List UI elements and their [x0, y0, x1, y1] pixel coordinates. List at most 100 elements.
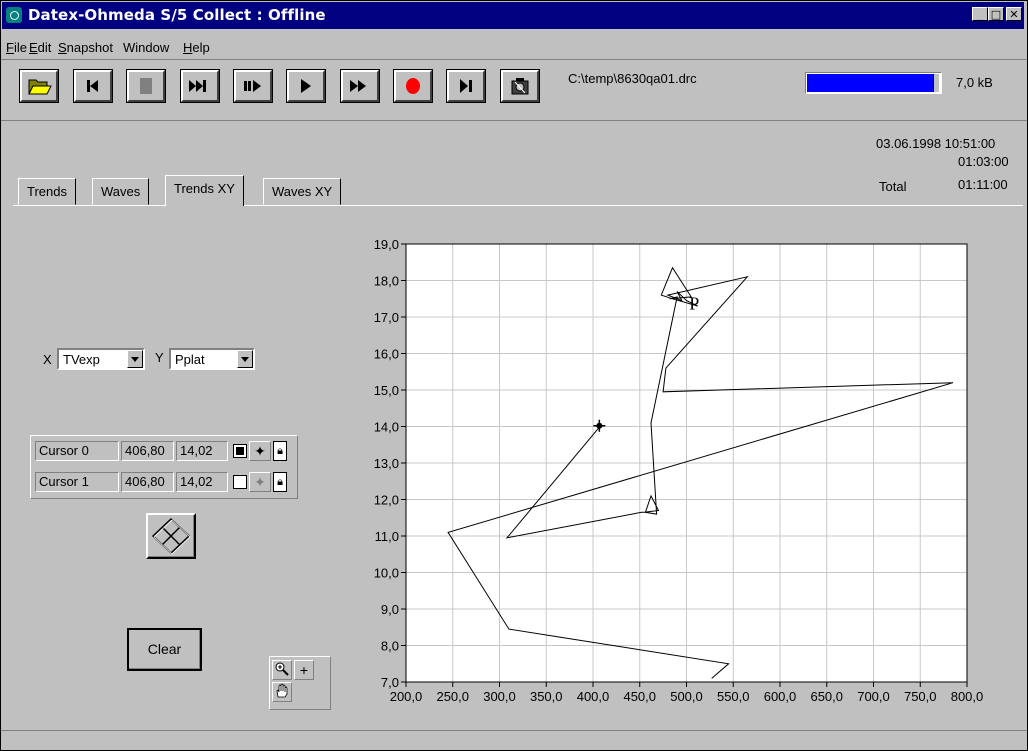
tab-waves[interactable]: Waves — [92, 178, 150, 205]
x-axis-label: X — [43, 352, 52, 367]
cursor-0-crosshair-icon[interactable]: ✦ — [249, 441, 271, 461]
cursor-1-y: 14,02 — [176, 472, 228, 492]
play-button[interactable] — [286, 69, 326, 103]
progress-fill — [807, 74, 933, 92]
fast-forward-end-button[interactable] — [180, 69, 220, 103]
cursor-1-visible-checkbox[interactable] — [233, 475, 247, 489]
progress-handle[interactable] — [933, 74, 939, 92]
trend-series-line — [447, 266, 954, 679]
menu-file[interactable]: File — [6, 40, 27, 55]
menu-snapshot[interactable]: Snapshot — [58, 40, 113, 55]
minimize-icon: _ — [977, 8, 983, 21]
fast-forward-end-icon — [189, 80, 206, 92]
cursor-1-crosshair-icon[interactable]: ✦ — [249, 472, 271, 492]
snapshot-button[interactable] — [500, 69, 540, 103]
tab-trends[interactable]: Trends — [18, 178, 76, 205]
recording-datetime: 03.06.1998 10:51:00 — [876, 136, 996, 151]
step-play-button[interactable] — [233, 69, 273, 103]
close-icon: ✕ — [1009, 8, 1019, 21]
y-tick-label: 12,0 — [374, 493, 399, 508]
cursor-0-marker — [596, 422, 603, 429]
x-tick-label: 550,0 — [717, 689, 750, 704]
step-play-icon — [244, 80, 261, 92]
x-parameter-select[interactable]: TVexp — [57, 348, 145, 370]
x-tick-label: 700,0 — [857, 689, 890, 704]
y-parameter-select[interactable]: Pplat — [169, 348, 255, 370]
clear-button-label: Clear — [147, 641, 182, 657]
skip-to-start-button[interactable] — [73, 69, 113, 103]
menu-edit[interactable]: Edit — [29, 40, 51, 55]
y-axis-label: Y — [155, 350, 164, 365]
x-tick-label: 750,0 — [904, 689, 937, 704]
fast-forward-icon — [350, 80, 366, 92]
open-button[interactable] — [19, 69, 59, 103]
window-title: Datex-Ohmeda S/5 Collect : Offline — [28, 6, 326, 24]
menu-help[interactable]: Help — [183, 40, 210, 55]
file-progress-bar — [805, 72, 942, 94]
move-cursor-button[interactable] — [146, 513, 196, 559]
play-icon — [301, 79, 311, 93]
total-time: 01:11:00 — [958, 177, 1008, 192]
current-time: 01:03:00 — [958, 154, 1009, 169]
x-tick-label: 450,0 — [623, 689, 656, 704]
title-bar[interactable]: Datex-Ohmeda S/5 Collect : Offline _ □ ✕ — [2, 2, 1024, 29]
cursor-0-visible-checkbox[interactable] — [233, 444, 247, 458]
zoom-icon[interactable] — [272, 660, 292, 680]
maximize-button[interactable]: □ — [988, 7, 1004, 21]
y-tick-label: 18,0 — [374, 274, 399, 289]
y-parameter-value: Pplat — [175, 352, 205, 367]
x-tick-label: 800,0 — [951, 689, 984, 704]
y-tick-label: 8,0 — [381, 639, 399, 654]
play-to-end-button[interactable] — [446, 69, 486, 103]
cursor-0-x: 406,80 — [121, 441, 174, 461]
y-tick-label: 13,0 — [374, 456, 399, 471]
y-tick-label: 16,0 — [374, 347, 399, 362]
fast-forward-button[interactable] — [340, 69, 380, 103]
cursor-1-x: 406,80 — [121, 472, 174, 492]
plot-frame — [405, 243, 968, 683]
pan-hand-icon[interactable] — [272, 682, 292, 702]
app-icon[interactable] — [6, 7, 22, 23]
x-tick-label: 500,0 — [670, 689, 703, 704]
cursor-0-lock-icon[interactable]: 🔒︎ — [273, 441, 287, 461]
minimize-button[interactable]: _ — [972, 7, 988, 21]
clear-button[interactable]: Clear — [127, 628, 202, 671]
play-to-end-icon — [460, 79, 472, 93]
file-size: 7,0 kB — [956, 75, 993, 90]
file-path: C:\temp\8630qa01.drc — [568, 71, 697, 86]
four-direction-icon — [151, 517, 191, 555]
record-button[interactable] — [393, 69, 433, 103]
close-button[interactable]: ✕ — [1006, 7, 1022, 21]
x-tick-label: 250,0 — [436, 689, 469, 704]
chart-annotation: P — [689, 294, 699, 314]
x-tick-label: 350,0 — [530, 689, 563, 704]
x-tick-label: 650,0 — [810, 689, 843, 704]
cursor-0-y: 14,02 — [176, 441, 228, 461]
cursor-1-lock-icon[interactable]: 🔒︎ — [273, 472, 287, 492]
x-tick-label: 200,0 — [390, 689, 423, 704]
crosshair-icon[interactable]: + — [294, 660, 314, 680]
status-bar — [1, 730, 1027, 750]
x-tick-label: 600,0 — [764, 689, 797, 704]
app-window: Datex-Ohmeda S/5 Collect : Offline _ □ ✕… — [0, 0, 1028, 751]
chevron-down-icon[interactable] — [237, 350, 253, 368]
y-tick-label: 19,0 — [374, 237, 399, 252]
zoom-toolbox: + — [269, 656, 331, 710]
chevron-down-icon[interactable] — [127, 350, 143, 368]
y-tick-label: 9,0 — [381, 602, 399, 617]
tab-trends-xy[interactable]: Trends XY — [165, 175, 244, 206]
toolbar: C:\temp\8630qa01.drc 7,0 kB — [1, 59, 1027, 121]
cursor-1-name: Cursor 1 — [35, 472, 119, 492]
snapshot-icon — [511, 78, 529, 95]
y-tick-label: 17,0 — [374, 310, 399, 325]
y-tick-label: 10,0 — [374, 566, 399, 581]
menu-window[interactable]: Window — [123, 40, 169, 55]
menu-bar: File Edit Snapshot Window Help — [2, 36, 1024, 58]
total-label: Total — [879, 179, 907, 194]
stop-button[interactable] — [126, 69, 166, 103]
skip-to-start-icon — [87, 80, 98, 92]
open-folder-icon — [28, 79, 52, 95]
x-parameter-value: TVexp — [63, 352, 100, 367]
tab-waves-xy[interactable]: Waves XY — [263, 178, 342, 205]
x-tick-label: 400,0 — [577, 689, 610, 704]
